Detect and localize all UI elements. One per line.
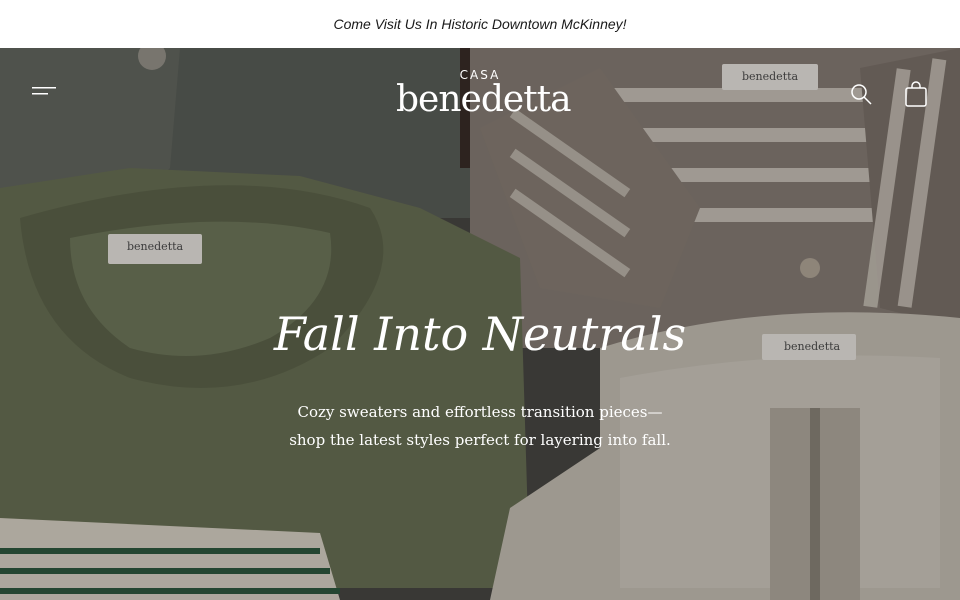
search-button[interactable] bbox=[849, 82, 873, 106]
hamburger-menu-icon bbox=[32, 87, 56, 95]
logo-main-text: benedetta bbox=[396, 79, 572, 120]
site-header: CASA benedetta bbox=[0, 48, 960, 138]
cart-button[interactable] bbox=[904, 81, 928, 107]
shopping-bag-icon bbox=[905, 81, 927, 107]
site-logo[interactable]: CASA benedetta bbox=[396, 66, 572, 126]
announcement-text: Come Visit Us In Historic Downtown McKin… bbox=[333, 16, 627, 32]
hero-subtext-line-2: shop the latest styles perfect for layer… bbox=[289, 431, 671, 449]
hero-subtext-line-1: Cozy sweaters and effortless transition … bbox=[297, 403, 663, 421]
garment-tag-label: benedetta bbox=[127, 240, 184, 253]
announcement-bar: Come Visit Us In Historic Downtown McKin… bbox=[0, 0, 960, 48]
menu-button[interactable] bbox=[30, 82, 60, 104]
hero-headline: Fall Into Neutrals bbox=[273, 307, 687, 361]
hero-subtext: Cozy sweaters and effortless transition … bbox=[280, 398, 680, 454]
search-icon bbox=[851, 84, 872, 105]
